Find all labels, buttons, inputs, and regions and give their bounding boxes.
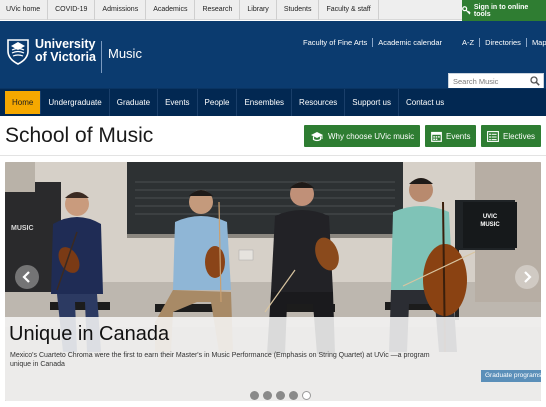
carousel-dot-2[interactable]	[263, 391, 272, 400]
carousel-dot-5[interactable]	[302, 391, 311, 400]
utility-link-students[interactable]: Students	[277, 0, 320, 20]
search-input[interactable]	[449, 74, 529, 88]
hero-title: Unique in Canada	[9, 323, 170, 345]
hero-carousel: UVIC MUSIC MUSIC Unique in Canada Mexico…	[0, 156, 546, 407]
header-link-fine-arts[interactable]: Faculty of Fine Arts	[303, 38, 367, 47]
calendar-icon	[431, 131, 442, 142]
utility-link-admissions[interactable]: Admissions	[95, 0, 147, 20]
utility-link-covid[interactable]: COVID-19	[48, 0, 96, 20]
header-link-maps[interactable]: Maps	[532, 38, 546, 47]
page-title: School of Music	[5, 124, 154, 147]
stand-label-line2: MUSIC	[480, 222, 500, 228]
graduation-cap-icon	[311, 131, 323, 141]
hero-slide: UVIC MUSIC MUSIC Unique in Canada Mexico…	[5, 162, 541, 401]
utility-link-research[interactable]: Research	[195, 0, 241, 20]
header-link-separator	[479, 38, 481, 47]
electives-label: Electives	[503, 131, 536, 141]
site-header: University of Victoria Music Faculty of …	[0, 21, 546, 89]
nav-item-home[interactable]: Home	[5, 91, 42, 114]
carousel-dot-3[interactable]	[276, 391, 285, 400]
hero-description: Mexico's Cuarteto Chroma were the first …	[10, 352, 430, 368]
graduate-programs-button[interactable]: Graduate programs	[481, 370, 541, 382]
nav-item-events[interactable]: Events	[158, 89, 198, 116]
main-nav: Home Undergraduate Graduate Events Peopl…	[0, 89, 546, 116]
nav-item-undergraduate[interactable]: Undergraduate	[41, 89, 110, 116]
events-label: Events	[446, 131, 471, 141]
electives-button[interactable]: Electives	[481, 125, 542, 147]
uvic-logo[interactable]: University of Victoria	[6, 37, 96, 65]
carousel-dot-1[interactable]	[250, 391, 259, 400]
signin-label: Sign in to online tools	[473, 3, 529, 18]
carousel-dots	[250, 391, 311, 400]
header-link-calendar[interactable]: Academic calendar	[378, 38, 442, 47]
key-icon	[462, 6, 471, 15]
events-button[interactable]: Events	[425, 125, 477, 147]
logo-divider	[101, 41, 102, 73]
carousel-dot-4[interactable]	[289, 391, 298, 400]
logo-wordmark: University of Victoria	[35, 38, 96, 64]
search-icon[interactable]	[530, 76, 540, 86]
carousel-next-button[interactable]	[515, 265, 539, 289]
title-bar: School of Music Why choose UVic music Ev…	[0, 116, 546, 156]
nav-item-support-us[interactable]: Support us	[345, 89, 399, 116]
utility-bar: UVic home COVID-19 Admissions Academics …	[0, 0, 546, 21]
hero-caption: Unique in Canada Mexico's Cuarteto Chrom…	[5, 317, 541, 401]
header-links: Faculty of Fine Arts Academic calendar A…	[303, 38, 546, 47]
utility-link-uvic-home[interactable]: UVic home	[0, 0, 49, 20]
logo-line-2: of Victoria	[35, 50, 96, 64]
header-link-directories[interactable]: Directories	[485, 38, 521, 47]
nav-item-ensembles[interactable]: Ensembles	[237, 89, 293, 116]
header-link-separator	[372, 38, 374, 47]
header-link-separator	[525, 38, 527, 47]
utility-link-library[interactable]: Library	[240, 0, 277, 20]
chevron-left-icon	[22, 271, 30, 283]
why-choose-label: Why choose UVic music	[328, 131, 415, 141]
why-choose-button[interactable]: Why choose UVic music	[304, 125, 421, 147]
search-box	[448, 73, 544, 89]
list-icon	[487, 130, 499, 142]
nav-item-people[interactable]: People	[198, 89, 238, 116]
header-link-a-z[interactable]: A-Z	[462, 38, 474, 47]
nav-item-graduate[interactable]: Graduate	[110, 89, 159, 116]
nav-item-resources[interactable]: Resources	[292, 89, 346, 116]
stand-label-line1: UVIC	[483, 214, 498, 220]
carousel-prev-button[interactable]	[15, 265, 39, 289]
chevron-right-icon	[524, 271, 532, 283]
utility-link-faculty-staff[interactable]: Faculty & staff	[319, 0, 379, 20]
unit-name[interactable]: Music	[108, 46, 142, 61]
uvic-shield-icon	[7, 39, 29, 65]
utility-link-academics[interactable]: Academics	[146, 0, 196, 20]
signin-button[interactable]: Sign in to online tools	[462, 0, 546, 21]
svg-text:MUSIC: MUSIC	[11, 225, 34, 232]
nav-item-contact-us[interactable]: Contact us	[399, 89, 451, 116]
